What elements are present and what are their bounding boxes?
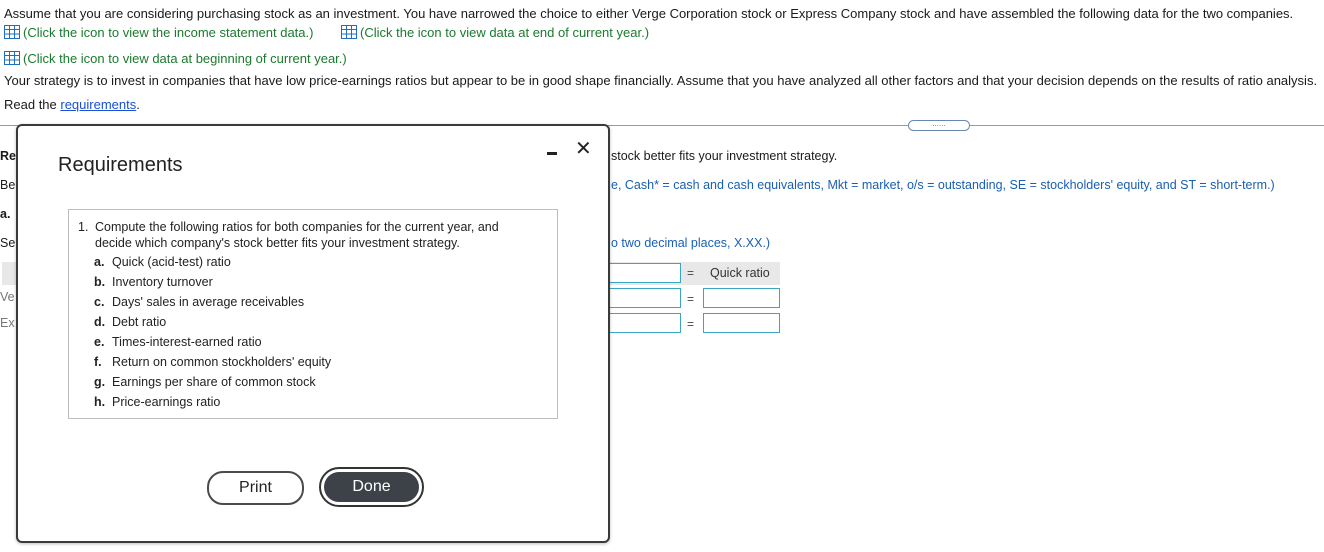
formula-input-header[interactable] — [604, 263, 681, 283]
list-item: b. Inventory turnover — [94, 275, 213, 289]
item-text: Return on common stockholders' equity — [112, 355, 332, 369]
list-item: e. Times-interest-earned ratio — [94, 335, 262, 349]
end-of-year-link[interactable]: (Click the icon to view data at end of c… — [341, 25, 649, 40]
row-label-verge: Ve — [0, 290, 15, 304]
item-text: Debt ratio — [112, 315, 167, 329]
item-letter: g. — [94, 375, 106, 389]
item-letter: c. — [94, 295, 105, 309]
list-item: c. Days' sales in average receivables — [94, 295, 304, 309]
rounding-note: o two decimal places, X.XX.) — [611, 236, 771, 250]
quick-ratio-header: Quick ratio — [710, 266, 770, 280]
list-item: h. Price-earnings ratio — [94, 395, 220, 409]
item-text: Inventory turnover — [112, 275, 213, 289]
list-item: a. Quick (acid-test) ratio — [94, 255, 231, 269]
question-fragment-4: Se — [0, 236, 16, 250]
requirements-dialog: Requirements ✕ 1. Compute the following … — [16, 124, 610, 543]
expand-toggle[interactable]: ...... — [908, 120, 970, 131]
income-statement-link[interactable]: (Click the icon to view the income state… — [4, 25, 313, 40]
minimize-icon[interactable] — [547, 152, 557, 155]
close-icon[interactable]: ✕ — [575, 139, 592, 159]
requirement-text: Compute the following ratios for both co… — [95, 220, 499, 250]
read-suffix: . — [136, 97, 140, 112]
income-statement-link-label: (Click the icon to view the income state… — [23, 25, 314, 40]
requirements-link[interactable]: requirements — [60, 97, 136, 112]
question-fragment-1: Re — [0, 149, 16, 163]
item-text: Days' sales in average receivables — [112, 295, 305, 309]
list-item: f. Return on common stockholders' equity — [94, 355, 331, 369]
table-icon — [4, 51, 20, 65]
intro-text: Assume that you are considering purchasi… — [4, 6, 1294, 21]
read-requirements-line: Read the requirements. — [4, 97, 140, 112]
print-button[interactable]: Print — [207, 471, 304, 505]
item-text: Earnings per share of common stock — [112, 375, 316, 389]
item-letter: d. — [94, 315, 106, 329]
strategy-question-text: stock better fits your investment strate… — [611, 149, 838, 163]
beginning-of-year-link[interactable]: (Click the icon to view data at beginnin… — [4, 51, 347, 66]
formula-input-verge[interactable] — [604, 288, 681, 308]
quick-ratio-input-express[interactable] — [703, 313, 780, 333]
item-text: Price-earnings ratio — [112, 395, 221, 409]
end-of-year-link-label: (Click the icon to view data at end of c… — [360, 25, 650, 40]
equals-sign: = — [687, 317, 695, 331]
item-text: Quick (acid-test) ratio — [112, 255, 231, 269]
dialog-title: Requirements — [58, 154, 183, 176]
table-icon — [4, 25, 20, 39]
table-icon — [341, 25, 357, 39]
abbreviations-note: e, Cash* = cash and cash equivalents, Mk… — [611, 178, 1275, 192]
requirement-1: 1. Compute the following ratios for both… — [78, 219, 538, 251]
done-button-label: Done — [324, 472, 419, 502]
item-letter: e. — [94, 335, 105, 349]
question-fragment-2: Be — [0, 178, 16, 192]
item-letter: f. — [94, 355, 102, 369]
item-letter: b. — [94, 275, 106, 289]
item-letter: a. — [94, 255, 105, 269]
item-letter: h. — [94, 395, 106, 409]
done-button[interactable]: Done — [319, 467, 424, 507]
list-item: d. Debt ratio — [94, 315, 166, 329]
equals-sign: = — [687, 292, 695, 306]
beginning-of-year-link-label: (Click the icon to view data at beginnin… — [23, 51, 347, 66]
quick-ratio-input-verge[interactable] — [703, 288, 780, 308]
formula-input-express[interactable] — [604, 313, 681, 333]
strategy-text: Your strategy is to invest in companies … — [4, 73, 1318, 88]
requirement-number: 1. — [78, 220, 89, 234]
list-item: g. Earnings per share of common stock — [94, 375, 316, 389]
item-text: Times-interest-earned ratio — [112, 335, 262, 349]
row-label-express: Ex — [0, 316, 15, 330]
part-a-label: a. — [0, 207, 11, 221]
equals-sign: = — [687, 266, 695, 280]
requirements-box: 1. Compute the following ratios for both… — [68, 209, 558, 419]
read-prefix: Read the — [4, 97, 61, 112]
